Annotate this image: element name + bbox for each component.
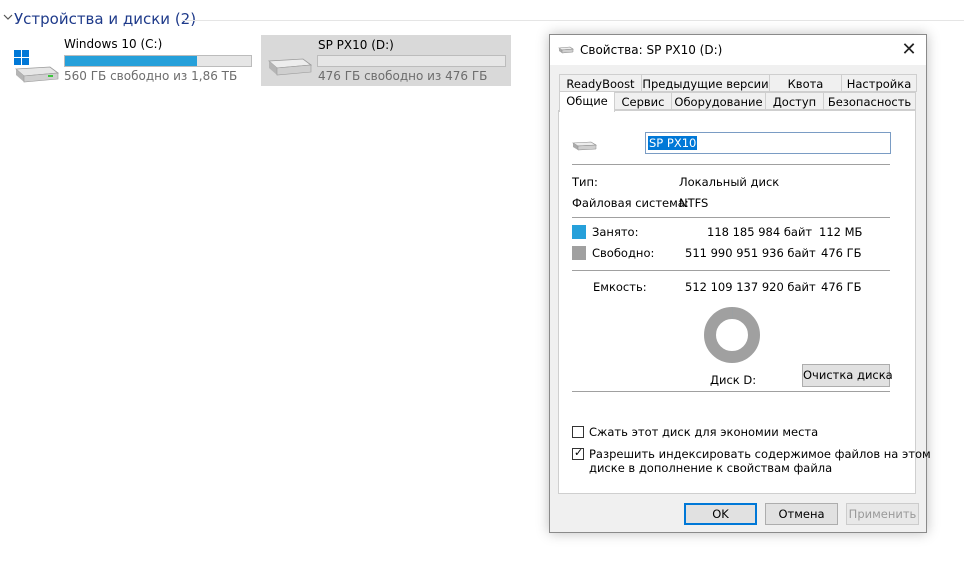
- used-label: Занято:: [592, 225, 639, 239]
- drive-icon: [268, 58, 313, 76]
- tab-previous-versions[interactable]: Предыдущие версии: [641, 74, 770, 92]
- tab-hardware[interactable]: Оборудование: [671, 92, 766, 110]
- tab-readyboost[interactable]: ReadyBoost: [559, 74, 642, 92]
- compress-checkbox[interactable]: [572, 426, 584, 438]
- drive-icon: [558, 46, 574, 54]
- disk-letter-label: Диск D:: [710, 373, 757, 387]
- drive-usage-bar: [64, 55, 252, 67]
- close-icon: ✕: [901, 39, 917, 60]
- tab-sharing[interactable]: Доступ: [765, 92, 824, 110]
- ok-button[interactable]: OK: [684, 503, 757, 525]
- drive-icon: [572, 141, 597, 151]
- separator: [572, 164, 890, 165]
- section-divider: [182, 20, 964, 21]
- windows-drive-icon: [14, 50, 60, 83]
- chevron-down-icon: [3, 14, 13, 20]
- filesystem-label: Файловая система:: [572, 196, 689, 210]
- free-size: 476 ГБ: [821, 246, 862, 260]
- drive-name: SP PX10 (D:): [318, 38, 394, 52]
- free-bytes: 511 990 951 936 байт: [685, 246, 816, 260]
- compress-label: Сжать этот диск для экономии места: [589, 425, 819, 439]
- drive-free-info: 560 ГБ свободно из 1,86 ТБ: [64, 69, 238, 83]
- index-label-line1: Разрешить индексировать содержимое файло…: [589, 447, 931, 461]
- filesystem-value: NTFS: [679, 196, 709, 210]
- donut-free-segment: [704, 307, 760, 363]
- drive-item-c[interactable]: Windows 10 (C:) 560 ГБ свободно из 1,86 …: [8, 35, 258, 86]
- used-bytes: 118 185 984 байт: [707, 225, 813, 239]
- capacity-size: 476 ГБ: [821, 280, 862, 294]
- capacity-label: Емкость:: [593, 280, 647, 294]
- tab-tools[interactable]: Сервис: [614, 92, 672, 110]
- type-label: Тип:: [572, 175, 598, 189]
- disk-cleanup-button[interactable]: Очистка диска: [802, 364, 893, 387]
- cancel-button[interactable]: Отмена: [765, 503, 838, 525]
- checkmark-icon: ✓: [574, 446, 584, 459]
- used-color-swatch: [572, 225, 586, 239]
- drive-usage-bar: [317, 55, 506, 67]
- index-checkbox[interactable]: ✓: [572, 446, 584, 460]
- free-label: Свободно:: [592, 246, 655, 260]
- section-header[interactable]: Устройства и диски (2): [0, 8, 964, 32]
- separator: [572, 391, 890, 392]
- index-label-line2: диске в дополнение к свойствам файла: [589, 461, 833, 475]
- tab-customize[interactable]: Настройка: [841, 74, 917, 92]
- drive-name-selected-text: SP PX10: [648, 136, 698, 150]
- close-button[interactable]: ✕: [892, 35, 926, 65]
- tab-quota[interactable]: Квота: [769, 74, 842, 92]
- general-tab-panel: SP PX10 Тип: Локальный диск Файловая сис…: [558, 110, 931, 494]
- separator: [572, 217, 890, 218]
- used-size: 112 МБ: [819, 225, 863, 239]
- drive-name-input[interactable]: SP PX10: [645, 132, 891, 154]
- free-color-swatch: [572, 246, 586, 260]
- tab-security[interactable]: Безопасность: [823, 92, 916, 110]
- properties-dialog: Свойства: SP PX10 (D:) ✕ ReadyBoost Пред…: [549, 34, 931, 533]
- drive-name: Windows 10 (C:): [64, 37, 163, 51]
- drive-free-info: 476 ГБ свободно из 476 ГБ: [318, 69, 488, 83]
- drive-item-d[interactable]: SP PX10 (D:) 476 ГБ свободно из 476 ГБ: [261, 35, 511, 86]
- tab-general[interactable]: Общие: [559, 91, 615, 112]
- dialog-title: Свойства: SP PX10 (D:): [580, 43, 723, 57]
- apply-button[interactable]: Применить: [846, 503, 919, 525]
- separator: [572, 270, 890, 271]
- drive-usage-fill: [65, 56, 198, 66]
- type-value: Локальный диск: [679, 175, 780, 189]
- dialog-titlebar[interactable]: Свойства: SP PX10 (D:) ✕: [550, 35, 926, 65]
- capacity-bytes: 512 109 137 920 байт: [685, 280, 816, 294]
- disk-usage-donut: [704, 307, 760, 363]
- section-title: Устройства и диски (2): [14, 10, 197, 28]
